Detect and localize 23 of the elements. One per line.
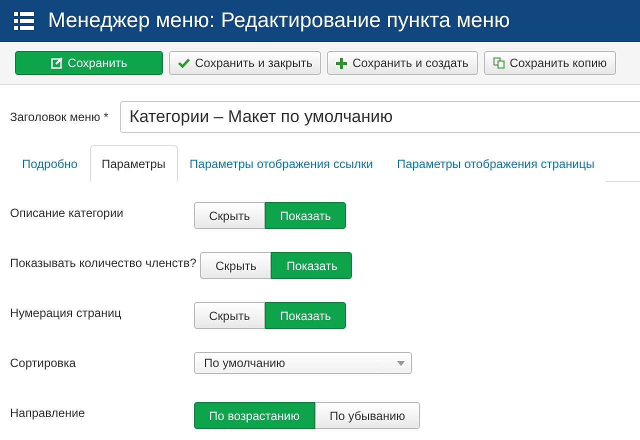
toggle-option[interactable]: Скрыть: [194, 202, 265, 229]
setting-label: Направление: [10, 405, 86, 420]
tab[interactable]: Параметры: [90, 145, 178, 182]
setting-label: Описание категории: [10, 205, 124, 220]
plus-icon: [336, 58, 348, 68]
title-input-field[interactable]: Категории – Макет по умолчанию: [120, 101, 640, 133]
toolbar-button[interactable]: Сохранить и закрыть: [169, 51, 322, 75]
caret-icon: [397, 360, 405, 366]
page-title: Менеджер меню: Редактирование пункта меню: [48, 9, 510, 33]
setting-label: Нумерация страниц: [10, 305, 122, 320]
toggle-option[interactable]: Скрыть: [194, 302, 265, 329]
field-label: Заголовок меню *: [10, 110, 108, 124]
setting-label: Сортировка: [10, 355, 77, 370]
toggle-option[interactable]: Скрыть: [200, 252, 272, 279]
edit-icon: [50, 57, 63, 69]
setting-label: Показывать количество членств?: [10, 255, 196, 270]
toolbar-button[interactable]: Сохранить и создать: [327, 51, 478, 75]
toggle-option[interactable]: По убыванию: [314, 402, 420, 429]
sort-select[interactable]: По умолчанию: [194, 352, 412, 374]
copy-icon: [492, 57, 505, 69]
menu-list-icon: [14, 12, 34, 30]
check-icon: [178, 58, 190, 68]
toolbar-button[interactable]: Сохранить копию: [484, 51, 616, 75]
